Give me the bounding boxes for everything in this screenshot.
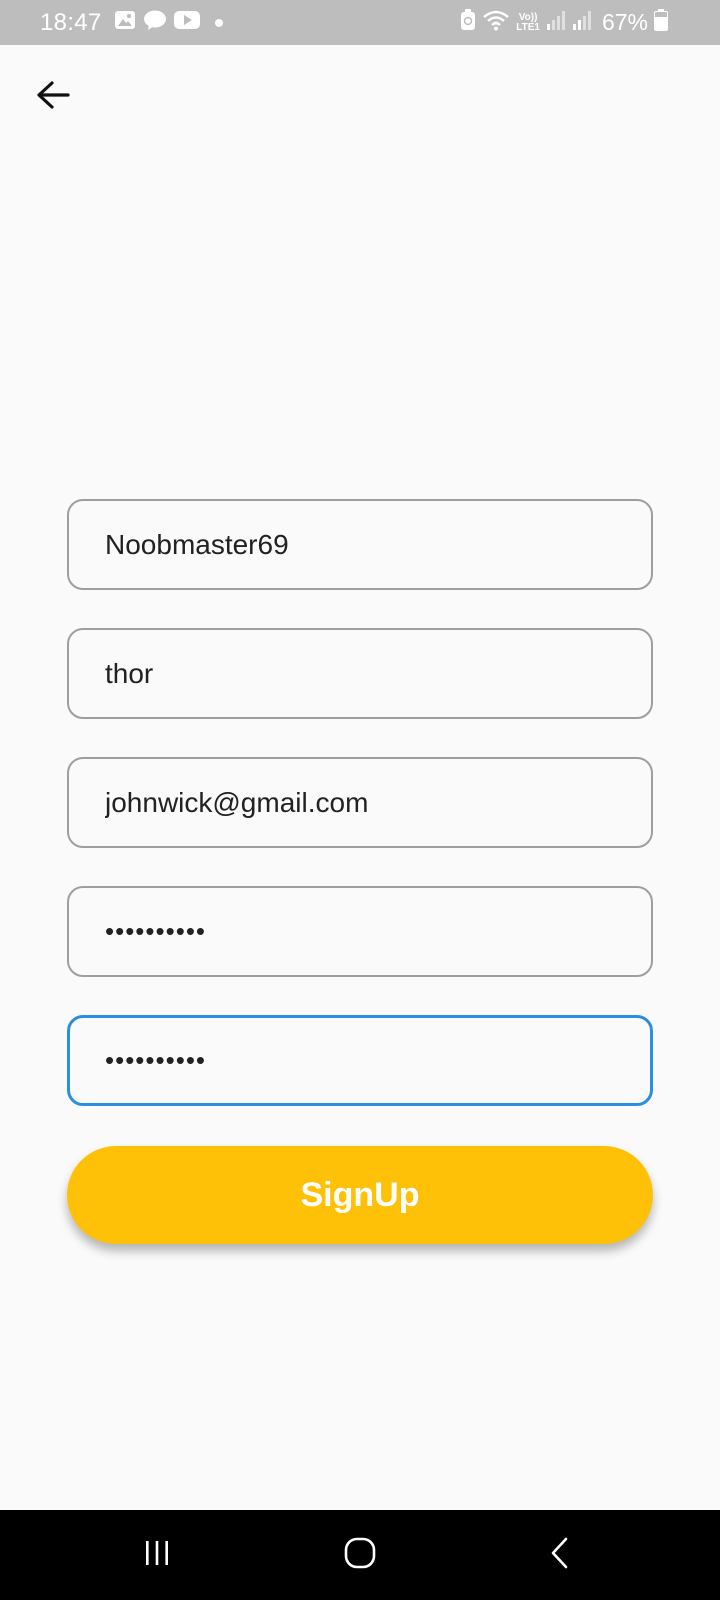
system-status-icons: Vo)) LTE1 67% bbox=[460, 0, 668, 45]
signup-screen: 18:47 Vo)) LTE1 67% Noobmaster69 thor jo… bbox=[0, 0, 720, 1600]
recent-apps-button[interactable] bbox=[112, 1510, 202, 1600]
nav-back-button[interactable] bbox=[515, 1510, 605, 1600]
battery-saver-icon bbox=[460, 9, 476, 36]
back-icon bbox=[548, 1536, 572, 1575]
confirm-password-field-container bbox=[67, 1015, 653, 1106]
lte-top: Vo)) bbox=[518, 11, 538, 23]
arrow-left-icon bbox=[36, 80, 70, 115]
home-icon bbox=[343, 1536, 377, 1575]
notification-icons bbox=[114, 9, 223, 36]
recent-apps-icon bbox=[142, 1539, 172, 1572]
signup-button[interactable]: SignUp bbox=[67, 1146, 653, 1244]
chat-icon bbox=[143, 9, 167, 36]
lte-indicator: Vo)) LTE1 bbox=[516, 11, 540, 33]
notification-dot-icon bbox=[214, 18, 223, 27]
username-input[interactable] bbox=[105, 528, 615, 561]
status-time: 18:47 bbox=[40, 8, 102, 36]
navigation-bar bbox=[0, 1510, 720, 1600]
signal-icon bbox=[546, 10, 566, 35]
lte-bottom: LTE1 bbox=[516, 21, 540, 33]
password-input[interactable] bbox=[105, 916, 615, 947]
home-button[interactable] bbox=[315, 1510, 405, 1600]
back-button[interactable] bbox=[30, 74, 76, 120]
username-field-container bbox=[67, 499, 653, 590]
signup-form bbox=[67, 499, 653, 1144]
name-input[interactable] bbox=[105, 657, 615, 690]
wifi-icon bbox=[482, 9, 510, 36]
gallery-icon bbox=[114, 9, 136, 36]
status-bar: 18:47 Vo)) LTE1 67% bbox=[0, 0, 720, 45]
battery-percent: 67% bbox=[601, 9, 648, 35]
password-field-container bbox=[67, 886, 653, 977]
email-field-container bbox=[67, 757, 653, 848]
battery-icon bbox=[654, 9, 668, 36]
confirm-password-input[interactable] bbox=[105, 1045, 615, 1076]
signal-icon bbox=[572, 10, 592, 35]
youtube-icon bbox=[173, 10, 200, 35]
email-input[interactable] bbox=[105, 786, 615, 819]
name-field-container bbox=[67, 628, 653, 719]
